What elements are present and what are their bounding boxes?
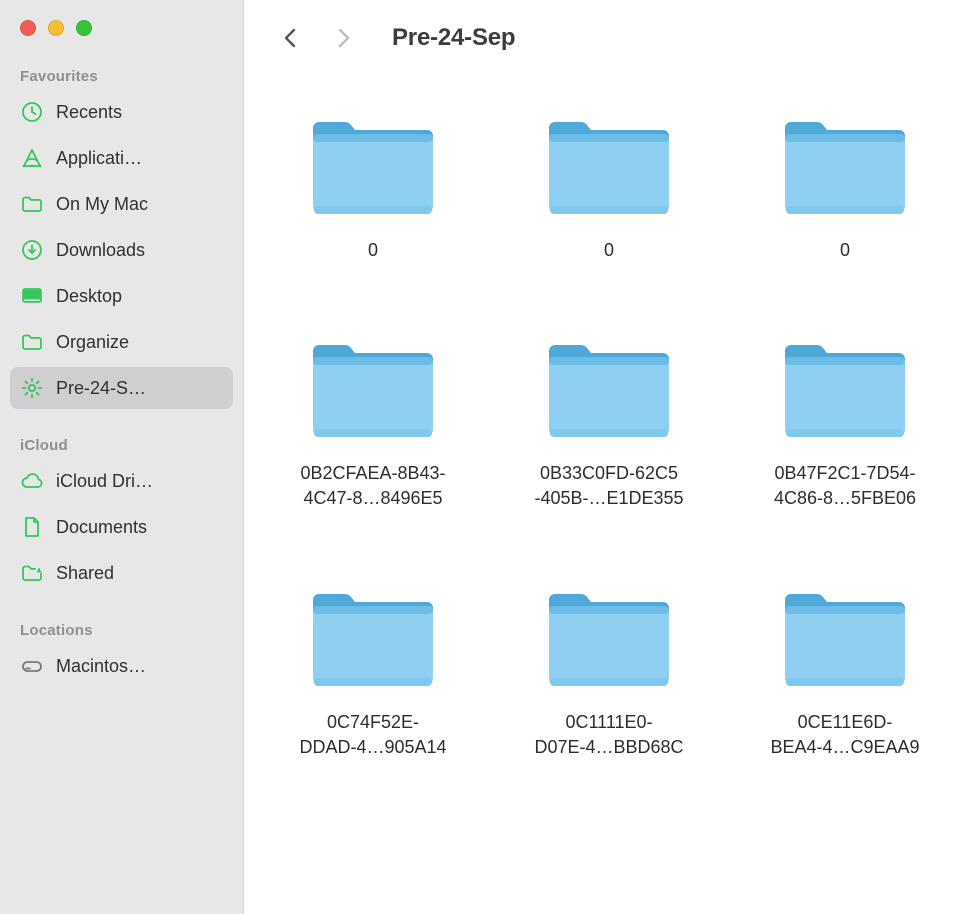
disk-icon bbox=[20, 654, 44, 678]
sidebar-section-favourites: Favourites bbox=[0, 62, 243, 91]
folder-icon bbox=[307, 584, 439, 690]
sidebar-item-applications[interactable]: Applicati… bbox=[10, 137, 233, 179]
folder-label: 0B47F2C1-7D54-4C86-8…5FBE06 bbox=[737, 461, 953, 511]
toolbar: Pre-24-Sep bbox=[244, 0, 974, 64]
window-title: Pre-24-Sep bbox=[392, 24, 515, 52]
folder-label: 0C74F52E-DDAD-4…905A14 bbox=[265, 710, 481, 760]
sidebar-item-label: Applicati… bbox=[56, 144, 142, 172]
folder-label: 0CE11E6D-BEA4-4…C9EAA9 bbox=[737, 710, 953, 760]
folder-item[interactable]: 0B33C0FD-62C5-405B-…E1DE355 bbox=[496, 335, 722, 511]
folder-icon bbox=[543, 112, 675, 218]
sidebar-item-label: Shared bbox=[56, 559, 114, 587]
sidebar-item-label: Downloads bbox=[56, 236, 145, 264]
main-area: Pre-24-Sep 0000B2CFAEA-8B43-4C47-8…8496E… bbox=[244, 0, 974, 914]
sidebar-items-locations: Macintos… bbox=[0, 645, 243, 691]
back-button[interactable] bbox=[278, 24, 306, 52]
folder-item[interactable]: 0 bbox=[260, 112, 486, 263]
sidebar-item-recents[interactable]: Recents bbox=[10, 91, 233, 133]
sidebar-items-favourites: Recents Applicati… On My Mac Downloads D… bbox=[0, 91, 243, 413]
folder-item[interactable]: 0CE11E6D-BEA4-4…C9EAA9 bbox=[732, 584, 958, 760]
sidebar-section-icloud: iCloud bbox=[0, 431, 243, 460]
folder-label: 0B2CFAEA-8B43-4C47-8…8496E5 bbox=[265, 461, 481, 511]
folder-outline-icon bbox=[20, 330, 44, 354]
folder-outline-icon bbox=[20, 192, 44, 216]
shared-folder-icon bbox=[20, 561, 44, 585]
sidebar-section-locations: Locations bbox=[0, 616, 243, 645]
folder-icon bbox=[779, 584, 911, 690]
sidebar-item-pre-24-sep[interactable]: Pre-24-S… bbox=[10, 367, 233, 409]
folder-item[interactable]: 0 bbox=[496, 112, 722, 263]
folder-icon bbox=[779, 335, 911, 441]
folder-label: 0 bbox=[501, 238, 717, 263]
sidebar-item-label: On My Mac bbox=[56, 190, 148, 218]
gear-icon bbox=[20, 376, 44, 400]
folder-label: 0 bbox=[737, 238, 953, 263]
cloud-icon bbox=[20, 469, 44, 493]
sidebar-items-icloud: iCloud Dri… Documents Shared bbox=[0, 460, 243, 598]
sidebar-item-icloud-drive[interactable]: iCloud Dri… bbox=[10, 460, 233, 502]
folder-icon bbox=[779, 112, 911, 218]
sidebar-item-documents[interactable]: Documents bbox=[10, 506, 233, 548]
folder-icon bbox=[543, 584, 675, 690]
minimize-window-button[interactable] bbox=[48, 20, 64, 36]
clock-icon bbox=[20, 100, 44, 124]
folder-item[interactable]: 0B2CFAEA-8B43-4C47-8…8496E5 bbox=[260, 335, 486, 511]
sidebar-item-desktop[interactable]: Desktop bbox=[10, 275, 233, 317]
maximize-window-button[interactable] bbox=[76, 20, 92, 36]
sidebar-item-label: Macintos… bbox=[56, 652, 146, 680]
sidebar-item-label: Documents bbox=[56, 513, 147, 541]
folder-label: 0C1111E0-D07E-4…BBD68C bbox=[501, 710, 717, 760]
traffic-lights bbox=[0, 16, 243, 62]
folder-icon bbox=[543, 335, 675, 441]
app-icon bbox=[20, 146, 44, 170]
sidebar-item-shared[interactable]: Shared bbox=[10, 552, 233, 594]
close-window-button[interactable] bbox=[20, 20, 36, 36]
folder-label: 0 bbox=[265, 238, 481, 263]
sidebar-item-label: Organize bbox=[56, 328, 129, 356]
folder-item[interactable]: 0C1111E0-D07E-4…BBD68C bbox=[496, 584, 722, 760]
document-icon bbox=[20, 515, 44, 539]
sidebar-item-macintosh-hd[interactable]: Macintos… bbox=[10, 645, 233, 687]
folder-item[interactable]: 0B47F2C1-7D54-4C86-8…5FBE06 bbox=[732, 335, 958, 511]
sidebar-item-on-my-mac[interactable]: On My Mac bbox=[10, 183, 233, 225]
folder-icon bbox=[307, 112, 439, 218]
sidebar-item-downloads[interactable]: Downloads bbox=[10, 229, 233, 271]
forward-button[interactable] bbox=[330, 24, 358, 52]
sidebar-item-label: iCloud Dri… bbox=[56, 467, 153, 495]
content-area: 0000B2CFAEA-8B43-4C47-8…8496E50B33C0FD-6… bbox=[244, 64, 974, 914]
folder-icon bbox=[307, 335, 439, 441]
sidebar-item-label: Pre-24-S… bbox=[56, 374, 146, 402]
folder-item[interactable]: 0 bbox=[732, 112, 958, 263]
sidebar: Favourites Recents Applicati… On My Mac … bbox=[0, 0, 244, 914]
folder-item[interactable]: 0C74F52E-DDAD-4…905A14 bbox=[260, 584, 486, 760]
folder-grid: 0000B2CFAEA-8B43-4C47-8…8496E50B33C0FD-6… bbox=[260, 112, 958, 760]
sidebar-item-organize[interactable]: Organize bbox=[10, 321, 233, 363]
folder-label: 0B33C0FD-62C5-405B-…E1DE355 bbox=[501, 461, 717, 511]
desktop-icon bbox=[20, 284, 44, 308]
sidebar-item-label: Desktop bbox=[56, 282, 122, 310]
download-icon bbox=[20, 238, 44, 262]
sidebar-item-label: Recents bbox=[56, 98, 122, 126]
